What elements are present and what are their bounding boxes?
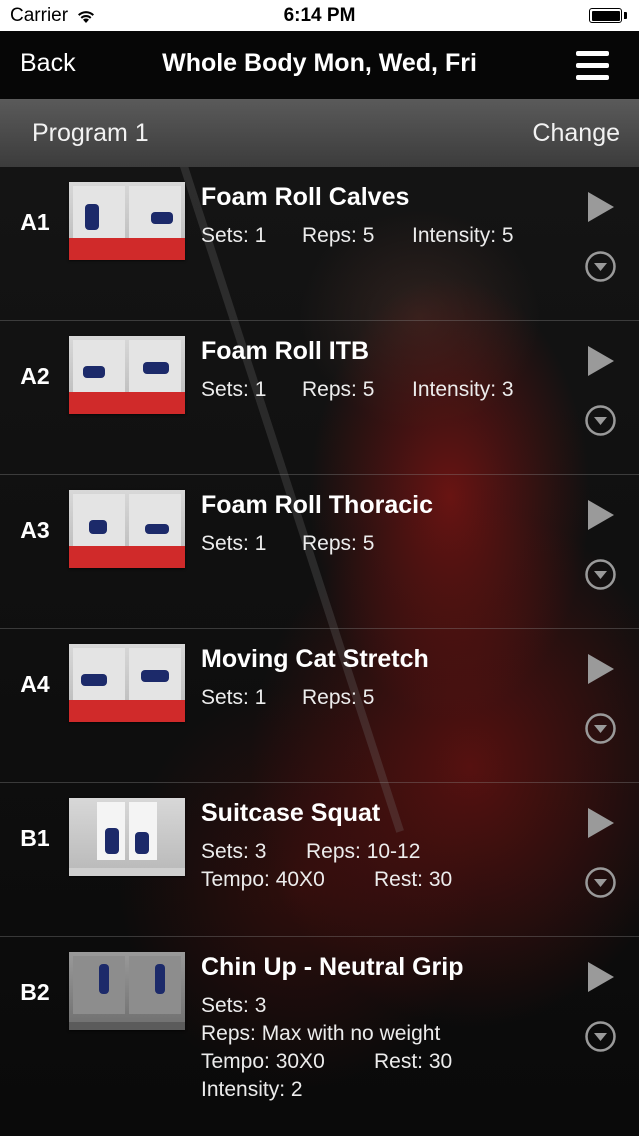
exercise-code: B1 — [20, 825, 50, 851]
exercise-thumbnail — [69, 182, 185, 260]
chevron-down-icon[interactable] — [585, 867, 616, 898]
reps-value: Reps: 5 — [302, 532, 375, 555]
exercise-row[interactable]: B1 Suitcase Squat Sets: 3 Reps: 10-12 Tem… — [0, 783, 639, 937]
exercise-details: Sets: 3 Reps: 10-12 — [201, 840, 420, 864]
exercise-thumbnail — [69, 336, 185, 414]
exercise-name: Moving Cat Stretch — [201, 645, 429, 673]
exercise-thumbnail — [69, 952, 185, 1030]
exercise-thumbnail — [69, 798, 185, 876]
chevron-down-icon[interactable] — [585, 713, 616, 744]
exercise-code: B2 — [20, 979, 50, 1005]
exercise-details: Sets: 1 Reps: 5 Intensity: 3 — [201, 378, 514, 402]
reps-value: Reps: 5 — [302, 686, 375, 709]
exercise-name: Foam Roll Calves — [201, 183, 410, 211]
navigation-bar: Back Whole Body Mon, Wed, Fri — [0, 31, 639, 99]
sets-value: Sets: 1 — [201, 532, 267, 555]
play-icon[interactable] — [587, 961, 615, 993]
exercise-details: Sets: 1 Reps: 5 — [201, 686, 374, 710]
reps-value: Reps: 10-12 — [306, 840, 421, 863]
tempo-value: Tempo: 40X0 — [201, 868, 325, 891]
sets-value: Sets: 3 — [201, 994, 267, 1017]
tempo-value: Tempo: 30X0 — [201, 1050, 325, 1073]
chevron-down-icon[interactable] — [585, 559, 616, 590]
exercise-name: Suitcase Squat — [201, 799, 381, 827]
intensity-value: Intensity: 3 — [412, 378, 514, 401]
exercise-name: Chin Up - Neutral Grip — [201, 953, 464, 981]
exercise-row[interactable]: A2 Foam Roll ITB Sets: 1 Reps: 5 Intensity… — [0, 321, 639, 475]
exercise-row[interactable]: B2 Chin Up - Neutral Grip Sets: 3 Reps: … — [0, 937, 639, 1136]
chevron-down-icon[interactable] — [585, 251, 616, 282]
exercise-row[interactable]: A3 Foam Roll Thoracic Sets: 1 Reps: 5 — [0, 475, 639, 629]
exercise-details-2: Tempo: 30X0 Rest: 30 — [201, 1050, 452, 1074]
exercise-thumbnail — [69, 490, 185, 568]
reps-value: Reps: 5 — [302, 224, 375, 247]
change-program-button[interactable]: Change — [532, 119, 620, 148]
sets-value: Sets: 1 — [201, 224, 267, 247]
program-bar: Program 1 Change — [0, 99, 639, 167]
reps-value: Reps: 5 — [302, 378, 375, 401]
exercise-details: Sets: 1 Reps: 5 — [201, 532, 374, 556]
exercise-code: A3 — [20, 517, 50, 543]
exercise-code: A1 — [20, 209, 50, 235]
play-icon[interactable] — [587, 807, 615, 839]
exercise-row[interactable]: A1 Foam Roll Calves Sets: 1 Reps: 5 Intens… — [0, 167, 639, 321]
rest-value: Rest: 30 — [374, 1050, 453, 1073]
exercise-details: Sets: 1 Reps: 5 Intensity: 5 — [201, 224, 514, 248]
exercise-row[interactable]: A4 Moving Cat Stretch Sets: 1 Reps: 5 — [0, 629, 639, 783]
page-title: Whole Body Mon, Wed, Fri — [162, 49, 477, 77]
sets-value: Sets: 3 — [201, 840, 267, 863]
exercise-thumbnail — [69, 644, 185, 722]
sets-value: Sets: 1 — [201, 378, 267, 401]
play-icon[interactable] — [587, 191, 615, 223]
intensity-value: Intensity: 5 — [412, 224, 514, 247]
hamburger-menu-icon[interactable] — [576, 51, 609, 80]
battery-icon — [589, 8, 627, 23]
exercise-list[interactable]: A1 Foam Roll Calves Sets: 1 Reps: 5 Intens… — [0, 167, 639, 1136]
chevron-down-icon[interactable] — [585, 1021, 616, 1052]
reps-value: Reps: Max with no weight — [201, 1022, 441, 1045]
chevron-down-icon[interactable] — [585, 405, 616, 436]
exercise-name: Foam Roll Thoracic — [201, 491, 433, 519]
rest-value: Rest: 30 — [374, 868, 453, 891]
exercise-code: A4 — [20, 671, 50, 697]
exercise-code: A2 — [20, 363, 50, 389]
status-bar: Carrier 6:14 PM — [0, 0, 639, 31]
play-icon[interactable] — [587, 345, 615, 377]
sets-value: Sets: 1 — [201, 686, 267, 709]
status-time: 6:14 PM — [283, 5, 356, 26]
play-icon[interactable] — [587, 499, 615, 531]
exercise-name: Foam Roll ITB — [201, 337, 370, 365]
intensity-value: Intensity: 2 — [201, 1078, 303, 1101]
program-name: Program 1 — [32, 119, 149, 147]
play-icon[interactable] — [587, 653, 615, 685]
exercise-details-2: Tempo: 40X0 Rest: 30 — [201, 868, 452, 892]
